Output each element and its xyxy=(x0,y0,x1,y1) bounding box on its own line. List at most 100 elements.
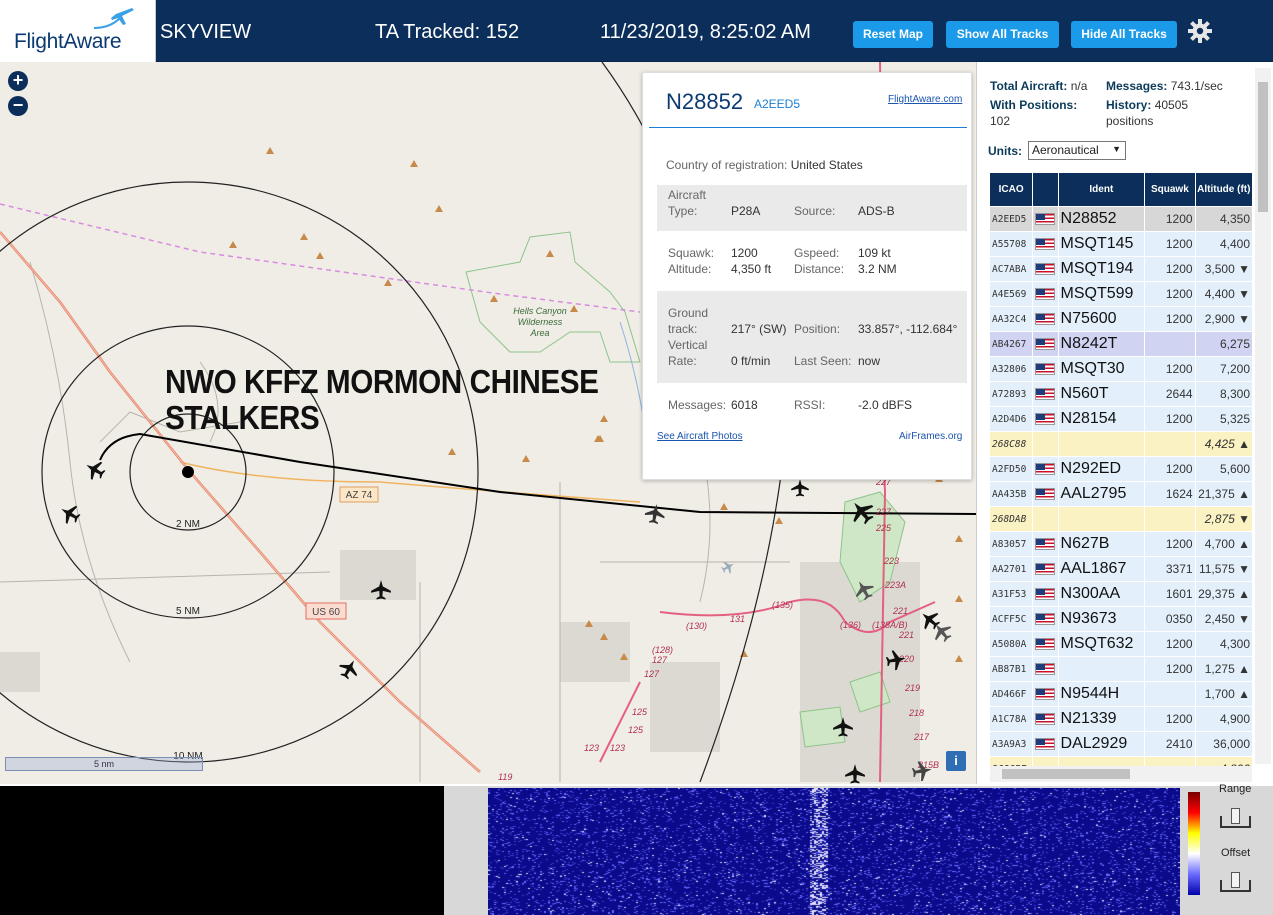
aircraft-row[interactable]: A5080A MSQT632 1200 4,300 xyxy=(988,631,1254,657)
aircraft-squawk: 1200 xyxy=(1144,306,1196,332)
squawk-value: 1200 xyxy=(731,246,758,260)
aircraft-icao: A32806 xyxy=(988,356,1034,382)
us-flag-icon xyxy=(1035,288,1056,301)
column-header-ident[interactable]: Ident xyxy=(1057,172,1146,207)
aircraft-row[interactable]: AB87B1 1200 1,275 ▲ xyxy=(988,656,1254,682)
gear-icon[interactable] xyxy=(1187,18,1213,44)
exit-label: (135) xyxy=(772,600,793,610)
total-aircraft-value: n/a xyxy=(1070,79,1088,93)
aircraft-row[interactable]: A32806 MSQT30 1200 7,200 xyxy=(988,356,1254,382)
with-positions-label: With Positions: xyxy=(990,98,1078,112)
range-slider[interactable] xyxy=(1220,808,1251,828)
exit-label: (128) xyxy=(652,645,673,655)
source-label: Source: xyxy=(794,204,836,218)
aircraft-row[interactable]: A1C78A N21339 1200 4,900 xyxy=(988,706,1254,732)
flag-icon xyxy=(1032,631,1059,657)
aircraft-altitude: 29,375 ▲ xyxy=(1194,581,1254,607)
squawk-label: Squawk: xyxy=(668,246,715,260)
aircraft-row[interactable]: AB4267 N8242T 6,275 xyxy=(988,331,1254,357)
airframes-link[interactable]: AirFrames.org xyxy=(899,431,962,442)
us-flag-icon xyxy=(1035,388,1056,401)
aircraft-row[interactable]: A31F53 N300AA 1601 29,375 ▲ xyxy=(988,581,1254,607)
aircraft-icao: ACFF5C xyxy=(988,606,1034,632)
flightaware-link[interactable]: FlightAware.com xyxy=(888,94,962,105)
aircraft-altitude: 4,350 xyxy=(1194,206,1254,232)
position-label: Position: xyxy=(794,322,841,336)
aircraft-row[interactable]: A2EED5 N28852 1200 4,350 xyxy=(988,206,1254,232)
scrollbar-thumb[interactable] xyxy=(1002,769,1130,779)
aircraft-squawk: 0350 xyxy=(1144,606,1196,632)
aircraft-squawk: 1200 xyxy=(1144,531,1196,557)
offset-slider[interactable] xyxy=(1220,872,1251,892)
aircraft-altitude: 5,325 xyxy=(1194,406,1254,432)
aircraft-icao: AB87B1 xyxy=(988,656,1034,682)
column-header-flag[interactable] xyxy=(1032,172,1059,207)
aircraft-altitude: 1,275 ▲ xyxy=(1194,656,1254,682)
range-slider-knob[interactable] xyxy=(1231,808,1240,824)
aircraft-altitude: 2,450 ▼ xyxy=(1194,606,1254,632)
aircraft-row[interactable]: AC7ABA MSQT194 1200 3,500 ▼ xyxy=(988,256,1254,282)
zoom-out-button[interactable]: − xyxy=(8,96,28,116)
exit-label: 131 xyxy=(730,614,745,624)
units-select[interactable]: Aeronautical ▼ xyxy=(1028,141,1126,160)
table-horizontal-scrollbar[interactable] xyxy=(990,766,1252,782)
aircraft-row[interactable]: A3A9A3 DAL2929 2410 36,000 xyxy=(988,731,1254,757)
aircraft-ident xyxy=(1057,506,1146,532)
aircraft-icon-selected[interactable] xyxy=(81,456,109,484)
aircraft-row[interactable]: AD466F N9544H 1,700 ▲ xyxy=(988,681,1254,707)
aircraft-icon[interactable] xyxy=(791,479,809,497)
clock: 11/23/2019, 8:25:02 AM xyxy=(600,21,811,43)
column-header-altitude[interactable]: Altitude (ft) xyxy=(1194,172,1254,207)
hide-all-tracks-button[interactable]: Hide All Tracks xyxy=(1071,21,1177,48)
aircraft-row[interactable]: 268DAB 2,875 ▼ xyxy=(988,506,1254,532)
aircraft-photos-link[interactable]: See Aircraft Photos xyxy=(657,431,743,442)
aircraft-row[interactable]: A83057 N627B 1200 4,700 ▲ xyxy=(988,531,1254,557)
aircraft-row[interactable]: A2FD50 N292ED 1200 5,600 xyxy=(988,456,1254,482)
aircraft-row[interactable]: A2D4D6 N28154 1200 5,325 xyxy=(988,406,1254,432)
zoom-in-button[interactable]: + xyxy=(8,71,28,91)
aircraft-row[interactable]: AA2701 AAL1867 3371 11,575 ▼ xyxy=(988,556,1254,582)
flag-icon xyxy=(1032,406,1059,432)
scrollbar-thumb[interactable] xyxy=(1258,82,1268,212)
history-label: History: xyxy=(1106,98,1152,112)
flag-icon xyxy=(1032,206,1059,232)
country-value: United States xyxy=(790,158,863,172)
table-vertical-scrollbar[interactable] xyxy=(1255,68,1271,764)
flag-icon xyxy=(1032,481,1059,507)
road-shield-us60: US 60 xyxy=(312,607,340,618)
us-flag-icon xyxy=(1035,238,1056,251)
area-label-3: Area xyxy=(529,328,549,338)
aircraft-row[interactable]: A72893 N560T 2644 8,300 xyxy=(988,381,1254,407)
column-header-squawk[interactable]: Squawk xyxy=(1144,172,1196,207)
area-label-2: Wilderness xyxy=(518,317,563,327)
aircraft-icao: AA435B xyxy=(988,481,1034,507)
aircraft-type-value: P28A xyxy=(731,204,761,218)
aircraft-squawk xyxy=(1144,681,1196,707)
aircraft-row[interactable]: ACFF5C N93673 0350 2,450 ▼ xyxy=(988,606,1254,632)
flag-icon xyxy=(1032,306,1059,332)
aircraft-row[interactable]: AA32C4 N75600 1200 2,900 ▼ xyxy=(988,306,1254,332)
aircraft-squawk: 1200 xyxy=(1144,281,1196,307)
aircraft-squawk: 2410 xyxy=(1144,731,1196,757)
aircraft-row[interactable]: 268C88 4,425 ▲ xyxy=(988,431,1254,457)
aircraft-icon[interactable] xyxy=(56,500,84,528)
aircraft-altitude: 1,700 ▲ xyxy=(1194,681,1254,707)
aircraft-row[interactable]: AA435B AAL2795 1624 21,375 ▲ xyxy=(988,481,1254,507)
map-info-button[interactable]: i xyxy=(946,751,966,771)
show-all-tracks-button[interactable]: Show All Tracks xyxy=(946,21,1059,48)
messages-rate-value: 743.1/sec xyxy=(1170,79,1223,93)
aircraft-row[interactable]: A55708 MSQT145 1200 4,400 xyxy=(988,231,1254,257)
flightaware-logo[interactable]: FlightAware xyxy=(0,0,156,62)
aircraft-panel: Total Aircraft: n/a Messages: 743.1/sec … xyxy=(976,62,1273,784)
aircraft-squawk xyxy=(1144,331,1196,357)
rssi-label: RSSI: xyxy=(794,398,826,412)
column-header-icao[interactable]: ICAO xyxy=(988,172,1034,207)
offset-slider-knob[interactable] xyxy=(1231,872,1240,888)
popup-divider xyxy=(649,127,967,128)
aircraft-ident: N292ED xyxy=(1057,456,1146,482)
aircraft-row[interactable]: A4E569 MSQT599 1200 4,400 ▼ xyxy=(988,281,1254,307)
logo-text: FlightAware xyxy=(14,30,122,53)
aircraft-icon[interactable] xyxy=(719,557,738,576)
aircraft-squawk: 1200 xyxy=(1144,406,1196,432)
reset-map-button[interactable]: Reset Map xyxy=(853,21,933,48)
